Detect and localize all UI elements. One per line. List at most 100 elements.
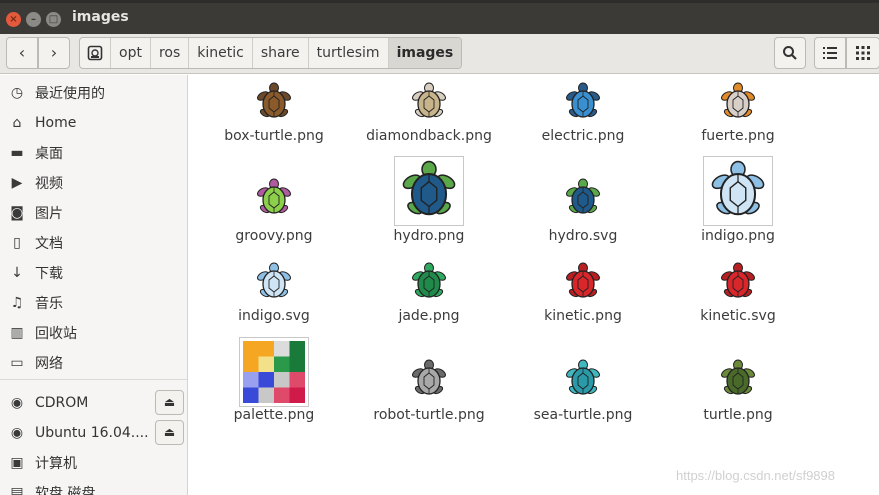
file-name-label[interactable]: diamondback.png <box>349 128 509 144</box>
watermark-text: https://blog.csdn.net/sf9898 <box>676 468 835 483</box>
sidebar-item-3[interactable]: ▶ 视频 <box>0 168 187 198</box>
sidebar-item-0[interactable]: ◷ 最近使用的 <box>0 78 187 108</box>
sidebar-item-label: CDROM <box>35 395 89 411</box>
hydro-turtle-icon[interactable] <box>394 156 464 226</box>
back-button[interactable]: ‹ <box>6 37 38 69</box>
disk-icon[interactable] <box>80 38 110 68</box>
kinetic-turtle-icon[interactable] <box>718 262 758 302</box>
sidebar-item-label: 文档 <box>35 236 63 252</box>
hydro-turtle-icon[interactable] <box>563 178 603 218</box>
close-window-button[interactable]: × <box>6 12 21 27</box>
grid-view-icon <box>856 46 870 60</box>
home-icon: ⌂ <box>12 115 22 131</box>
file-name-label[interactable]: indigo.svg <box>194 308 354 324</box>
sidebar-item-label: 桌面 <box>35 146 63 162</box>
computer-icon: ▣ <box>10 455 24 471</box>
sidebar-item-label: 图片 <box>35 206 63 222</box>
file-name-label[interactable]: hydro.svg <box>503 228 663 244</box>
indigo-turtle-icon[interactable] <box>254 262 294 302</box>
file-name-label[interactable]: kinetic.png <box>503 308 663 324</box>
grid-view-button[interactable] <box>846 37 879 69</box>
fuerte-turtle-icon[interactable] <box>718 82 758 122</box>
network-icon: ▭ <box>10 355 24 371</box>
sidebar-item-label: 视频 <box>35 176 63 192</box>
sidebar-item-5[interactable]: ▯ 文档 <box>0 228 187 258</box>
palette-image-icon[interactable] <box>239 337 309 407</box>
file-name-label[interactable]: indigo.png <box>658 228 818 244</box>
sidebar-item-label: 计算机 <box>35 456 77 472</box>
file-name-label[interactable]: groovy.png <box>194 228 354 244</box>
trash-icon: ▥ <box>10 325 24 341</box>
sidebar-item-label: 回收站 <box>35 326 77 342</box>
sidebar: ◷ 最近使用的 ⌂ Home ▬ 桌面 ▶ 视频 ◙ 图片 ▯ 文档 ↓ 下载 ♫ 音乐 ▥ 回收站 ▭ 网络 ◉ CDR… <box>0 75 188 495</box>
sidebar-item-label: 音乐 <box>35 296 63 312</box>
sidebar-item-4[interactable]: ◙ 图片 <box>0 198 187 228</box>
breadcrumb: opt ros kinetic share turtlesim images <box>79 37 463 69</box>
turtle-icon[interactable] <box>718 359 758 399</box>
box-turtle-icon[interactable] <box>254 82 294 122</box>
file-name-label[interactable]: robot-turtle.png <box>349 407 509 423</box>
file-name-label[interactable]: hydro.png <box>349 228 509 244</box>
sidebar-item-1[interactable]: ⌂ Home <box>0 108 187 138</box>
breadcrumb-kinetic[interactable]: kinetic <box>188 38 252 68</box>
optical-disc-icon: ◉ <box>10 395 24 411</box>
search-icon <box>783 46 797 60</box>
sidebar-item-9[interactable]: ▭ 网络 <box>0 348 187 378</box>
sidebar-item-2[interactable]: ▬ 桌面 <box>0 138 187 168</box>
file-name-label[interactable]: palette.png <box>194 407 354 423</box>
sidebar-item-label: 网络 <box>35 356 63 372</box>
sidebar-item-label: Home <box>35 115 77 131</box>
toolbar: ‹ › opt ros kinetic share turtlesim imag… <box>0 34 879 74</box>
file-name-label[interactable]: jade.png <box>349 308 509 324</box>
music-icon: ♫ <box>10 295 24 311</box>
sidebar-item-6[interactable]: ↓ 下载 <box>0 258 187 288</box>
sidebar-item-13[interactable]: ▤ 软盘 磁盘 <box>0 478 187 495</box>
robot-turtle-icon[interactable] <box>409 359 449 399</box>
floppy-icon: ▤ <box>10 485 24 495</box>
breadcrumb-opt[interactable]: opt <box>110 38 150 68</box>
groovy-turtle-icon[interactable] <box>254 178 294 218</box>
breadcrumb-ros[interactable]: ros <box>149 38 188 68</box>
sea-turtle-icon[interactable] <box>563 359 603 399</box>
sidebar-divider <box>0 379 187 380</box>
kinetic-turtle-icon[interactable] <box>563 262 603 302</box>
minimize-window-button[interactable]: – <box>26 12 41 27</box>
download-icon: ↓ <box>11 265 23 281</box>
file-name-label[interactable]: kinetic.svg <box>658 308 818 324</box>
list-view-button[interactable] <box>814 37 846 69</box>
forward-button[interactable]: › <box>38 37 70 69</box>
eject-button[interactable]: ⏏ <box>155 390 184 415</box>
breadcrumb-turtlesim[interactable]: turtlesim <box>307 38 388 68</box>
search-button[interactable] <box>774 37 806 69</box>
diamondback-turtle-icon[interactable] <box>409 82 449 122</box>
window-title: images <box>72 9 129 25</box>
breadcrumb-share[interactable]: share <box>251 38 308 68</box>
indigo-turtle-icon[interactable] <box>703 156 773 226</box>
list-view-icon <box>823 47 837 59</box>
sidebar-item-label: 最近使用的 <box>35 86 105 102</box>
desktop-folder-icon: ▬ <box>10 145 24 161</box>
optical-disc-icon: ◉ <box>10 425 24 441</box>
file-name-label[interactable]: sea-turtle.png <box>503 407 663 423</box>
file-grid: box-turtle.png diamondback.png electric.pn… <box>189 75 879 495</box>
document-icon: ▯ <box>13 235 21 251</box>
file-name-label[interactable]: box-turtle.png <box>194 128 354 144</box>
sidebar-item-7[interactable]: ♫ 音乐 <box>0 288 187 318</box>
sidebar-item-label: 下载 <box>35 266 63 282</box>
eject-button[interactable]: ⏏ <box>155 420 184 445</box>
file-name-label[interactable]: turtle.png <box>658 407 818 423</box>
jade-turtle-icon[interactable] <box>409 262 449 302</box>
file-name-label[interactable]: electric.png <box>503 128 663 144</box>
maximize-window-button[interactable]: □ <box>46 12 61 27</box>
breadcrumb-images[interactable]: images <box>387 38 462 68</box>
sidebar-item-label: Ubuntu 16.04.... <box>35 425 149 441</box>
recent-icon: ◷ <box>10 85 24 101</box>
sidebar-item-label: 软盘 磁盘 <box>35 486 96 495</box>
window-titlebar: × – □ images <box>0 0 879 34</box>
sidebar-item-8[interactable]: ▥ 回收站 <box>0 318 187 348</box>
video-icon: ▶ <box>11 175 23 191</box>
electric-turtle-icon[interactable] <box>563 82 603 122</box>
camera-icon: ◙ <box>10 205 24 221</box>
file-name-label[interactable]: fuerte.png <box>658 128 818 144</box>
sidebar-item-12[interactable]: ▣ 计算机 <box>0 448 187 478</box>
